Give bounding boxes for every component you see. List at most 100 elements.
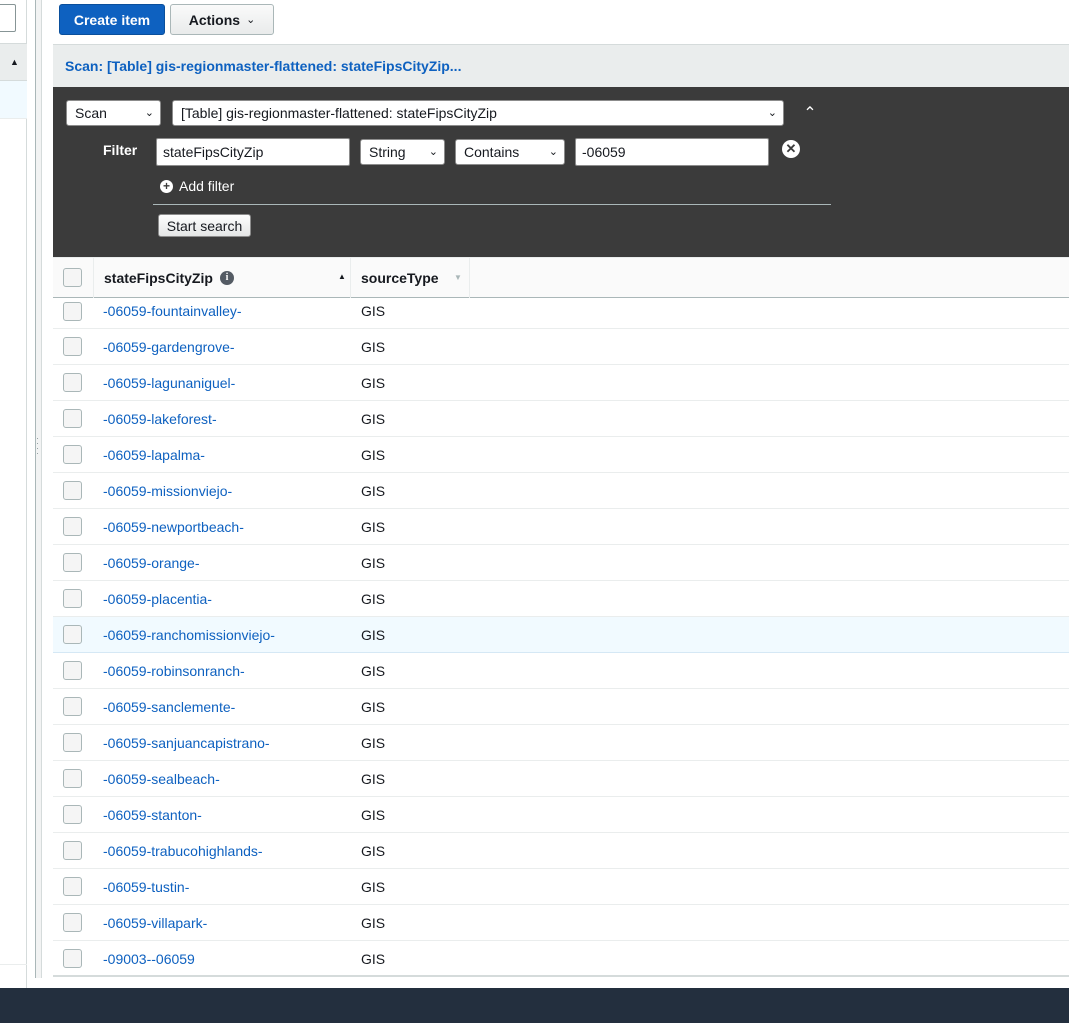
row-checkbox[interactable] xyxy=(63,517,82,536)
chevron-down-icon: ⌄ xyxy=(548,146,558,158)
table-row[interactable]: -06059-robinsonranch- GIS xyxy=(53,653,1069,689)
row-key-link[interactable]: -06059-sanjuancapistrano- xyxy=(103,735,270,751)
row-checkbox[interactable] xyxy=(63,373,82,392)
row-key-link[interactable]: -06059-tustin- xyxy=(103,879,189,895)
sort-caret-icon[interactable]: ▲ xyxy=(10,57,19,67)
row-key-link[interactable]: -06059-stanton- xyxy=(103,807,202,823)
row-key-link[interactable]: -06059-villapark- xyxy=(103,915,207,931)
column-header-label: stateFipsCityZip xyxy=(104,270,213,286)
column-header-sourcetype[interactable]: sourceType ▼ xyxy=(351,258,470,298)
row-checkbox[interactable] xyxy=(63,409,82,428)
row-key-link[interactable]: -06059-lapalma- xyxy=(103,447,205,463)
filter-type-select[interactable]: String ⌄ xyxy=(360,139,445,165)
remove-filter-icon[interactable]: ✕ xyxy=(782,140,800,158)
row-key-link[interactable]: -06059-ranchomissionviejo- xyxy=(103,627,275,643)
table-row[interactable]: -06059-sanjuancapistrano- GIS xyxy=(53,725,1069,761)
chevron-down-icon: ⌄ xyxy=(246,14,256,26)
row-source-type: GIS xyxy=(361,699,386,715)
table-bottom-border xyxy=(53,975,1069,977)
table-row[interactable]: -06059-sealbeach- GIS xyxy=(53,761,1069,797)
drag-handle-icon[interactable]: · · · · xyxy=(36,434,39,458)
left-pane-footer xyxy=(0,964,27,978)
table-row[interactable]: -06059-tustin- GIS xyxy=(53,869,1069,905)
row-source-type: GIS xyxy=(361,771,386,787)
row-source-type: GIS xyxy=(361,483,386,499)
start-search-button[interactable]: Start search xyxy=(158,214,251,237)
row-checkbox[interactable] xyxy=(63,302,82,321)
row-checkbox[interactable] xyxy=(63,337,82,356)
row-source-type: GIS xyxy=(361,519,386,535)
row-checkbox[interactable] xyxy=(63,661,82,680)
row-key-link[interactable]: -06059-sealbeach- xyxy=(103,771,220,787)
sort-descending-icon: ▼ xyxy=(454,273,462,282)
row-key-link[interactable]: -06059-gardengrove- xyxy=(103,339,235,355)
row-checkbox[interactable] xyxy=(63,589,82,608)
row-key-link[interactable]: -06059-robinsonranch- xyxy=(103,663,245,679)
table-select[interactable]: [Table] gis-regionmaster-flattened: stat… xyxy=(172,100,784,126)
row-key-link[interactable]: -06059-newportbeach- xyxy=(103,519,244,535)
actions-button[interactable]: Actions ⌄ xyxy=(170,4,274,35)
add-filter-label: Add filter xyxy=(179,178,235,194)
row-key-link[interactable]: -06059-fountainvalley- xyxy=(103,303,242,319)
row-source-type: GIS xyxy=(361,555,386,571)
row-checkbox[interactable] xyxy=(63,445,82,464)
row-checkbox[interactable] xyxy=(63,841,82,860)
left-pane-selected-item[interactable] xyxy=(0,81,27,119)
row-key-link[interactable]: -06059-orange- xyxy=(103,555,200,571)
table-row[interactable]: -06059-ranchomissionviejo- GIS xyxy=(53,617,1069,653)
table-row[interactable]: -09003--06059 GIS xyxy=(53,941,1069,977)
scan-mode-select[interactable]: Scan ⌄ xyxy=(66,100,161,126)
left-pane-button[interactable] xyxy=(0,4,16,32)
row-checkbox[interactable] xyxy=(63,553,82,572)
table-row[interactable]: -06059-villapark- GIS xyxy=(53,905,1069,941)
scan-panel-header[interactable]: Scan: [Table] gis-regionmaster-flattened… xyxy=(53,44,1069,87)
row-checkbox[interactable] xyxy=(63,733,82,752)
table-row[interactable]: -06059-newportbeach- GIS xyxy=(53,509,1069,545)
table-row[interactable]: -06059-gardengrove- GIS xyxy=(53,329,1069,365)
table-row[interactable]: -06059-stanton- GIS xyxy=(53,797,1069,833)
row-checkbox[interactable] xyxy=(63,949,82,968)
row-checkbox[interactable] xyxy=(63,877,82,896)
scan-filter-panel: Scan ⌄ [Table] gis-regionmaster-flattene… xyxy=(53,87,1069,257)
table-row[interactable]: -06059-fountainvalley- GIS xyxy=(53,298,1069,329)
add-filter-link[interactable]: + Add filter xyxy=(160,178,234,194)
table-row[interactable]: -06059-lagunaniguel- GIS xyxy=(53,365,1069,401)
filter-value-input[interactable]: -06059 xyxy=(575,138,769,166)
sort-ascending-icon: ▲ xyxy=(338,272,346,281)
row-checkbox[interactable] xyxy=(63,805,82,824)
row-checkbox[interactable] xyxy=(63,697,82,716)
row-key-link[interactable]: -06059-placentia- xyxy=(103,591,212,607)
row-checkbox[interactable] xyxy=(63,481,82,500)
table-row[interactable]: -06059-lapalma- GIS xyxy=(53,437,1069,473)
filter-attribute-value: stateFipsCityZip xyxy=(163,144,264,160)
left-navigation-pane: ▲ xyxy=(0,0,27,988)
scan-panel-title[interactable]: Scan: [Table] gis-regionmaster-flattened… xyxy=(65,58,461,74)
row-checkbox[interactable] xyxy=(63,913,82,932)
row-checkbox[interactable] xyxy=(63,625,82,644)
row-source-type: GIS xyxy=(361,411,386,427)
row-key-link[interactable]: -09003--06059 xyxy=(103,951,195,967)
table-row[interactable]: -06059-orange- GIS xyxy=(53,545,1069,581)
plus-circle-icon: + xyxy=(160,179,173,193)
row-key-link[interactable]: -06059-lagunaniguel- xyxy=(103,375,235,391)
column-header-statefipscityzip[interactable]: stateFipsCityZip i ▲ xyxy=(93,258,351,298)
row-key-link[interactable]: -06059-missionviejo- xyxy=(103,483,232,499)
info-icon[interactable]: i xyxy=(220,271,234,285)
table-row[interactable]: -06059-missionviejo- GIS xyxy=(53,473,1069,509)
create-item-button[interactable]: Create item xyxy=(59,4,165,35)
table-row[interactable]: -06059-trabucohighlands- GIS xyxy=(53,833,1069,869)
row-key-link[interactable]: -06059-trabucohighlands- xyxy=(103,843,263,859)
scan-mode-value: Scan xyxy=(75,105,107,121)
pane-splitter[interactable]: · · · · xyxy=(35,0,42,978)
chevron-up-icon[interactable]: ⌃ xyxy=(800,104,820,124)
table-row[interactable]: -06059-lakeforest- GIS xyxy=(53,401,1069,437)
filter-attribute-input[interactable]: stateFipsCityZip xyxy=(156,138,350,166)
table-row[interactable]: -06059-sanclemente- GIS xyxy=(53,689,1069,725)
select-all-checkbox[interactable] xyxy=(63,268,82,287)
table-row[interactable]: -06059-placentia- GIS xyxy=(53,581,1069,617)
filter-condition-select[interactable]: Contains ⌄ xyxy=(455,139,565,165)
row-checkbox[interactable] xyxy=(63,769,82,788)
filter-value-text: -06059 xyxy=(582,144,626,160)
row-key-link[interactable]: -06059-sanclemente- xyxy=(103,699,235,715)
row-key-link[interactable]: -06059-lakeforest- xyxy=(103,411,217,427)
